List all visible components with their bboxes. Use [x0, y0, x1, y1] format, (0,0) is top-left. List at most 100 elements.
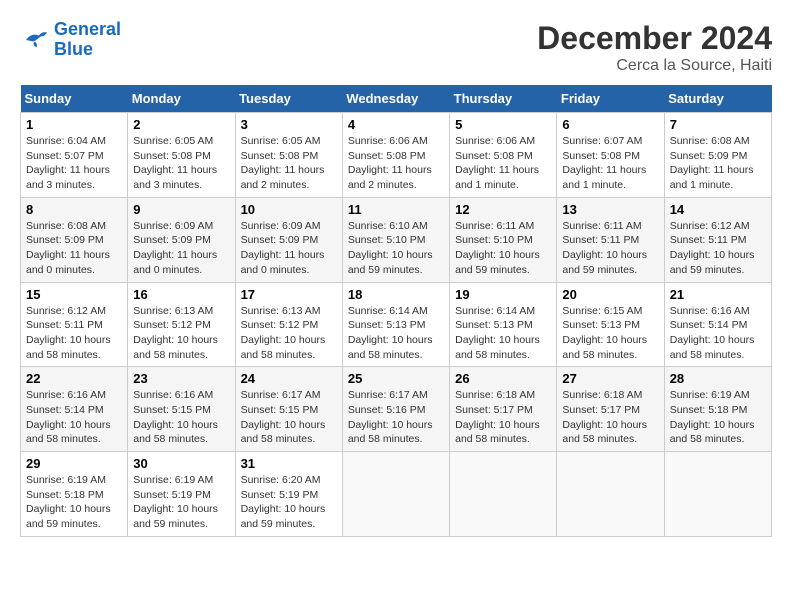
sunrise-info: Sunrise: 6:09 AM — [133, 220, 213, 232]
sunrise-info: Sunrise: 6:16 AM — [26, 389, 106, 401]
day-number: 23 — [133, 371, 229, 386]
calendar-day-cell: 18Sunrise: 6:14 AMSunset: 5:13 PMDayligh… — [342, 282, 449, 367]
day-info: Sunrise: 6:06 AMSunset: 5:08 PMDaylight:… — [455, 134, 551, 193]
calendar-day-cell — [664, 452, 771, 537]
sunset-info: Sunset: 5:17 PM — [562, 404, 640, 416]
day-info: Sunrise: 6:18 AMSunset: 5:17 PMDaylight:… — [455, 388, 551, 447]
calendar-day-header: Monday — [128, 85, 235, 113]
day-number: 16 — [133, 287, 229, 302]
day-number: 19 — [455, 287, 551, 302]
daylight-info: Daylight: 11 hours and 0 minutes. — [133, 249, 217, 276]
sunrise-info: Sunrise: 6:06 AM — [348, 135, 428, 147]
calendar-day-cell: 13Sunrise: 6:11 AMSunset: 5:11 PMDayligh… — [557, 197, 664, 282]
sunset-info: Sunset: 5:13 PM — [562, 319, 640, 331]
sunset-info: Sunset: 5:11 PM — [670, 234, 747, 246]
daylight-info: Daylight: 10 hours and 58 minutes. — [133, 419, 218, 446]
day-number: 14 — [670, 202, 766, 217]
sunset-info: Sunset: 5:09 PM — [241, 234, 319, 246]
sunset-info: Sunset: 5:09 PM — [670, 150, 748, 162]
sunrise-info: Sunrise: 6:20 AM — [241, 474, 321, 486]
day-info: Sunrise: 6:19 AMSunset: 5:19 PMDaylight:… — [133, 473, 229, 532]
calendar-day-header: Sunday — [21, 85, 128, 113]
day-info: Sunrise: 6:09 AM Sunset: 5:09 PM Daylight:… — [133, 219, 229, 278]
daylight-info: Daylight: 10 hours and 59 minutes. — [455, 249, 540, 276]
sunrise-info: Sunrise: 6:13 AM — [241, 305, 321, 317]
day-info: Sunrise: 6:10 AMSunset: 5:10 PMDaylight:… — [348, 219, 444, 278]
sunrise-info: Sunrise: 6:16 AM — [670, 305, 750, 317]
daylight-info: Daylight: 10 hours and 58 minutes. — [241, 419, 326, 446]
daylight-info: Daylight: 10 hours and 58 minutes. — [133, 334, 218, 361]
daylight-info: Daylight: 11 hours and 1 minute. — [670, 164, 754, 191]
sunrise-info: Sunrise: 6:17 AM — [241, 389, 321, 401]
calendar-day-cell: 4 Sunrise: 6:06 AM Sunset: 5:08 PM Daylight… — [342, 113, 449, 198]
day-number: 4 — [348, 117, 444, 132]
day-number: 13 — [562, 202, 658, 217]
sunset-info: Sunset: 5:10 PM — [348, 234, 426, 246]
daylight-info: Daylight: 11 hours and 2 minutes. — [348, 164, 432, 191]
daylight-info: Daylight: 11 hours and 0 minutes. — [26, 249, 110, 276]
sunrise-info: Sunrise: 6:11 AM — [455, 220, 534, 232]
sunset-info: Sunset: 5:08 PM — [133, 150, 211, 162]
daylight-info: Daylight: 10 hours and 58 minutes. — [455, 334, 540, 361]
sunrise-info: Sunrise: 6:12 AM — [26, 305, 106, 317]
day-info: Sunrise: 6:15 AMSunset: 5:13 PMDaylight:… — [562, 304, 658, 363]
daylight-info: Daylight: 10 hours and 59 minutes. — [133, 503, 218, 530]
day-info: Sunrise: 6:18 AMSunset: 5:17 PMDaylight:… — [562, 388, 658, 447]
day-number: 2 — [133, 117, 229, 132]
day-number: 9 — [133, 202, 229, 217]
calendar-day-cell: 23Sunrise: 6:16 AMSunset: 5:15 PMDayligh… — [128, 367, 235, 452]
day-info: Sunrise: 6:17 AM Sunset: 5:15 PM Daylight:… — [241, 388, 337, 447]
day-number: 15 — [26, 287, 122, 302]
sunset-info: Sunset: 5:12 PM — [133, 319, 211, 331]
logo: GeneralBlue — [20, 20, 121, 60]
calendar-body: 1 Sunrise: 6:04 AMSunset: 5:07 PMDaylight… — [21, 113, 772, 537]
day-number: 28 — [670, 371, 766, 386]
day-info: Sunrise: 6:19 AMSunset: 5:18 PMDaylight:… — [26, 473, 122, 532]
daylight-info: Daylight: 11 hours and 0 minutes. — [241, 249, 325, 276]
daylight-info: Daylight: 10 hours and 59 minutes. — [26, 503, 111, 530]
daylight-info: Daylight: 11 hours and 3 minutes. — [26, 164, 110, 191]
calendar-day-cell: 9 Sunrise: 6:09 AM Sunset: 5:09 PM Daylight… — [128, 197, 235, 282]
calendar-day-cell: 21Sunrise: 6:16 AMSunset: 5:14 PMDayligh… — [664, 282, 771, 367]
sunrise-info: Sunrise: 6:17 AM — [348, 389, 428, 401]
calendar-day-header: Friday — [557, 85, 664, 113]
sunset-info: Sunset: 5:17 PM — [455, 404, 533, 416]
calendar-day-header: Tuesday — [235, 85, 342, 113]
sunset-info: Sunset: 5:09 PM — [133, 234, 211, 246]
sunset-info: Sunset: 5:15 PM — [241, 404, 319, 416]
day-number: 1 — [26, 117, 122, 132]
sunset-info: Sunset: 5:19 PM — [241, 489, 319, 501]
daylight-info: Daylight: 10 hours and 58 minutes. — [26, 419, 111, 446]
day-number: 29 — [26, 456, 122, 471]
calendar-day-header: Saturday — [664, 85, 771, 113]
calendar-day-header: Thursday — [450, 85, 557, 113]
daylight-info: Daylight: 11 hours and 1 minute. — [455, 164, 539, 191]
sunset-info: Sunset: 5:13 PM — [348, 319, 426, 331]
calendar-day-cell — [342, 452, 449, 537]
calendar-week-row: 8Sunrise: 6:08 AMSunset: 5:09 PMDaylight… — [21, 197, 772, 282]
daylight-info: Daylight: 10 hours and 58 minutes. — [562, 419, 647, 446]
sunrise-info: Sunrise: 6:19 AM — [133, 474, 213, 486]
sunset-info: Sunset: 5:15 PM — [133, 404, 211, 416]
daylight-info: Daylight: 11 hours and 3 minutes. — [133, 164, 217, 191]
sunset-info: Sunset: 5:16 PM — [348, 404, 426, 416]
sunset-info: Sunset: 5:10 PM — [455, 234, 533, 246]
logo-text: GeneralBlue — [54, 20, 121, 60]
sunrise-info: Sunrise: 6:15 AM — [562, 305, 642, 317]
sunset-info: Sunset: 5:08 PM — [348, 150, 426, 162]
day-info: Sunrise: 6:14 AMSunset: 5:13 PMDaylight:… — [455, 304, 551, 363]
sunset-info: Sunset: 5:18 PM — [670, 404, 748, 416]
day-info: Sunrise: 6:14 AMSunset: 5:13 PMDaylight:… — [348, 304, 444, 363]
day-info: Sunrise: 6:16 AMSunset: 5:14 PMDaylight:… — [670, 304, 766, 363]
sunset-info: Sunset: 5:11 PM — [26, 319, 103, 331]
day-number: 30 — [133, 456, 229, 471]
day-info: Sunrise: 6:19 AMSunset: 5:18 PMDaylight:… — [670, 388, 766, 447]
calendar-header-row: SundayMondayTuesdayWednesdayThursdayFrid… — [21, 85, 772, 113]
sunset-info: Sunset: 5:08 PM — [455, 150, 533, 162]
daylight-info: Daylight: 10 hours and 58 minutes. — [348, 419, 433, 446]
page-header: GeneralBlue December 2024 Cerca la Sourc… — [20, 20, 772, 75]
day-info: Sunrise: 6:17 AM Sunset: 5:16 PM Daylight:… — [348, 388, 444, 447]
day-info: Sunrise: 6:04 AMSunset: 5:07 PMDaylight:… — [26, 134, 122, 193]
day-info: Sunrise: 6:08 AMSunset: 5:09 PMDaylight:… — [670, 134, 766, 193]
sunset-info: Sunset: 5:09 PM — [26, 234, 104, 246]
